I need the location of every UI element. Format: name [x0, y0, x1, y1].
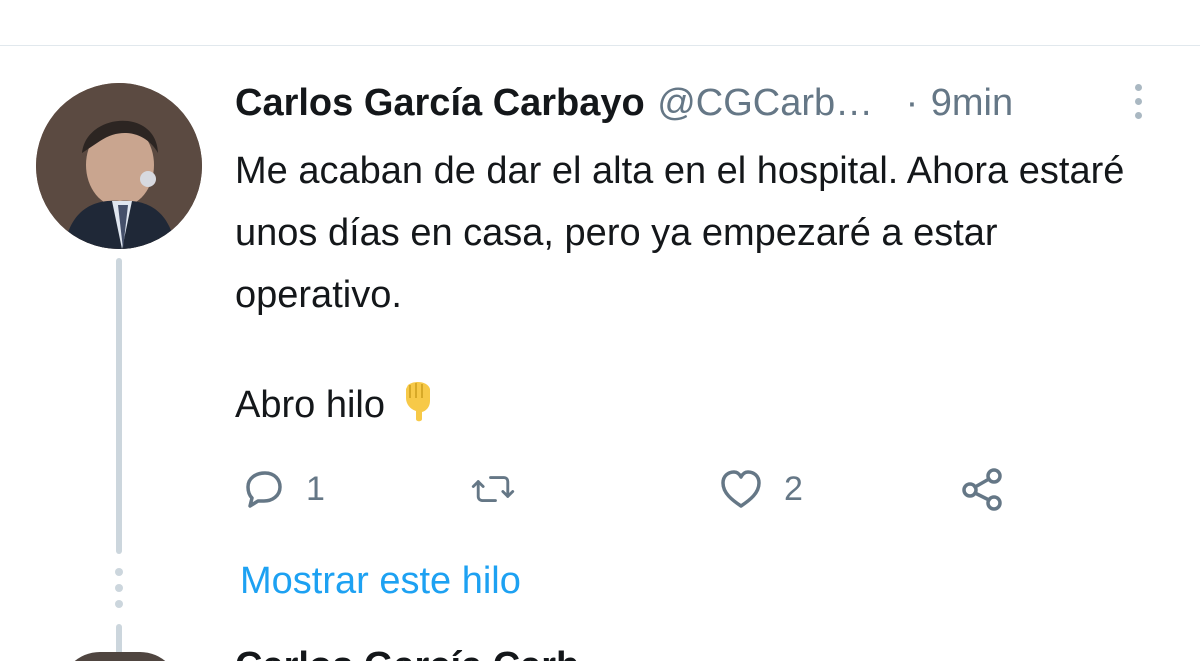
author-avatar[interactable]	[36, 83, 202, 249]
reply-icon	[246, 471, 282, 508]
next-tweet-avatar[interactable]	[60, 652, 180, 661]
retweet-action[interactable]	[470, 466, 536, 512]
header-separator: ·	[905, 82, 919, 124]
tweet-actions: 1 2	[240, 466, 1040, 516]
thread-gap-dots	[114, 568, 124, 618]
retweet-icon	[471, 476, 515, 502]
heart-icon	[721, 470, 761, 508]
tweet-text: Me acaban de dar el alta en el hospital.…	[235, 150, 1135, 316]
more-dot	[1134, 112, 1142, 119]
like-count: 2	[784, 469, 803, 508]
show-thread-link[interactable]: Mostrar este hilo	[240, 560, 521, 603]
more-dot	[1134, 84, 1142, 91]
thread-dot	[115, 568, 123, 576]
pointing-down-emoji	[396, 377, 442, 423]
avatar-photo	[36, 83, 202, 249]
reply-count: 1	[306, 469, 325, 508]
reply-action[interactable]: 1	[240, 466, 325, 512]
thread-start-line: Abro hilo	[235, 374, 442, 436]
top-divider	[0, 45, 1200, 46]
next-tweet-author-preview[interactable]: Carlos García Carb...	[235, 645, 611, 661]
like-action[interactable]: 2	[718, 466, 803, 512]
author-handle[interactable]: @CGCarb…	[657, 82, 873, 124]
author-name[interactable]: Carlos García Carbayo	[235, 82, 645, 124]
share-icon	[962, 468, 1002, 511]
thread-line	[116, 258, 122, 554]
tweet-header: Carlos García Carbayo @CGCarb… · 9min	[235, 82, 1155, 126]
thread-start-text: Abro hilo	[235, 384, 385, 426]
more-dot	[1134, 98, 1142, 105]
thread-dot	[115, 584, 123, 592]
tweet-time[interactable]: 9min	[931, 82, 1013, 124]
share-action[interactable]	[960, 466, 1006, 512]
thread-dot	[115, 600, 123, 608]
timeline-screen: Carlos García Carbayo @CGCarb… · 9min Me…	[0, 0, 1200, 661]
more-vertical-icon[interactable]	[1126, 84, 1150, 124]
